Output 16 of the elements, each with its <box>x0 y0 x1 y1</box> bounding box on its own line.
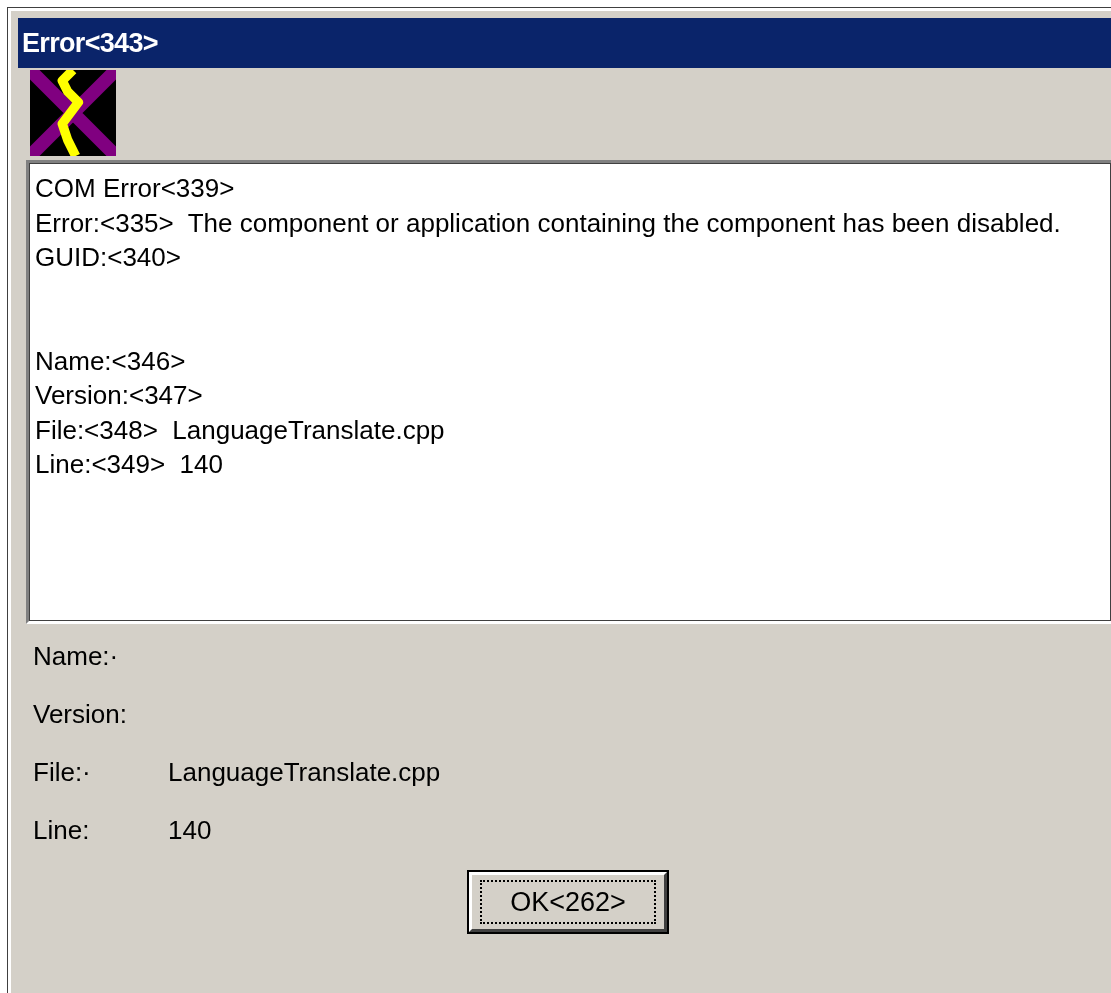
message-line: Version:<347> <box>35 379 204 412</box>
field-value: 140 <box>168 813 212 847</box>
message-line: Line:<349> 140 <box>35 448 224 481</box>
message-line: Error:<335> The component or application containing the component has been disabled. <box>35 206 1062 240</box>
message-line: COM Error<339> <box>35 172 236 205</box>
field-label: Name:· <box>33 639 120 673</box>
field-value: LanguageTranslate.cpp <box>168 755 441 789</box>
ok-button[interactable]: OK<262> <box>469 872 667 932</box>
message-line: GUID:<340> <box>35 241 182 274</box>
message-line: Name:<346> <box>35 344 187 378</box>
field-label: Line: <box>33 813 91 847</box>
field-label: Version: <box>33 697 128 731</box>
window-title: Error<343> <box>22 26 158 60</box>
error-icon <box>30 70 116 156</box>
field-label: File:· <box>33 755 92 789</box>
message-line: File:<348> LanguageTranslate.cpp <box>35 413 446 447</box>
